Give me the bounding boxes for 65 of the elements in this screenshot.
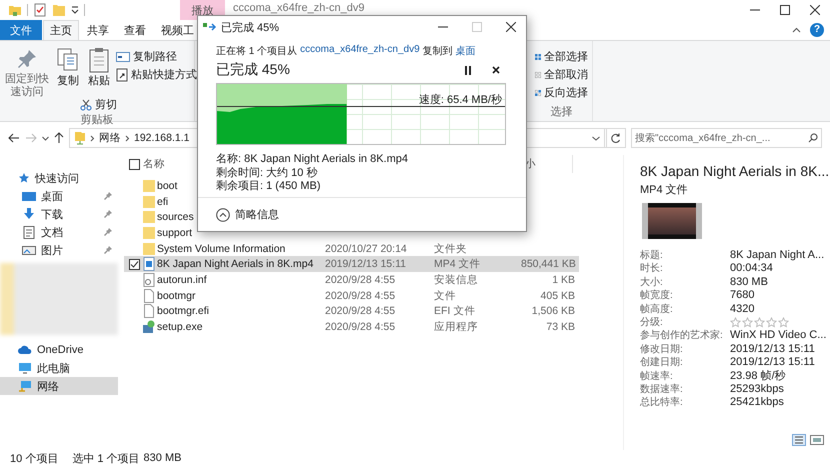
selection-count: 选中 1 个项目: [72, 452, 140, 466]
property-label: 分级:: [640, 317, 663, 328]
file-size: 405 KB: [540, 290, 575, 302]
window-title: cccoma_x64fre_zh-cn_dv9: [232, 1, 364, 14]
file-name: System Volume Information: [157, 242, 286, 255]
property-value: 4320: [730, 302, 756, 316]
property-label: 总比特率:: [640, 397, 683, 408]
file-type: 应用程序: [434, 321, 478, 334]
property-label: 时长:: [640, 263, 663, 274]
property-value: 25293kbps: [730, 383, 785, 396]
dialog-title: 已完成 45%: [221, 20, 280, 34]
detail-line: 名称: 8K Japan Night Aerials in 8K.mp4: [216, 153, 408, 165]
modified-date: 2020/9/28 4:55: [325, 290, 396, 302]
file-type: 文件: [434, 290, 456, 302]
speed-label: 速度: 65.4 MB/秒: [418, 92, 502, 107]
file-name: 8K Japan Night Aerials in 8K.mp4: [157, 258, 314, 270]
detail-line: 剩余时间: 大约 10 秒: [216, 166, 318, 178]
file-size: 850,441 KB: [521, 258, 576, 270]
selection-size: 830 MB: [144, 452, 182, 464]
property-value: 8K Japan Night A...: [730, 249, 826, 262]
file-name: support: [157, 226, 192, 239]
file-size: 1,506 KB: [532, 305, 575, 318]
property-value: 2019/12/13 15:11: [730, 356, 816, 370]
property-value: 7680: [730, 289, 756, 303]
file-type: 文件夹: [434, 242, 467, 255]
modified-date: 2020/9/28 4:55: [325, 321, 396, 334]
property-label: 标题:: [640, 250, 663, 261]
property-label: 数据速率:: [640, 384, 683, 396]
file-name: efi: [157, 196, 168, 208]
file-type: EFI 文件: [434, 305, 476, 318]
detail-line: 剩余项目: 1 (450 MB): [216, 180, 321, 192]
file-name: bootmgr.efi: [157, 305, 209, 318]
property-value: 2019/12/13 15:11: [730, 342, 816, 356]
modified-date: 2020/10/27 20:14: [325, 242, 407, 255]
file-name: bootmgr: [157, 290, 196, 302]
property-label: 大小:: [640, 276, 663, 288]
file-type: 安装信息: [434, 274, 478, 286]
file-name: boot: [157, 180, 178, 192]
modified-date: 2020/9/28 4:55: [325, 274, 396, 286]
modified-date: 2020/9/28 4:55: [325, 305, 396, 318]
file-size: 1 KB: [552, 274, 575, 286]
property-label: 创建日期:: [640, 357, 683, 368]
property-label: 帧速率:: [640, 370, 673, 382]
message-text: 复制到: [422, 44, 453, 58]
property-value: 23.98 帧/秒: [730, 370, 787, 384]
property-label: 帧高度:: [640, 304, 673, 315]
property-label: 修改日期:: [640, 344, 683, 355]
property-value: 00:04:34: [730, 262, 774, 276]
group-label: 剪贴板: [80, 112, 114, 127]
file-type: MP4 文件: [434, 258, 481, 270]
file-name: setup.exe: [157, 321, 203, 334]
property-label: 帧宽度:: [640, 290, 673, 302]
group-label: 选择: [550, 105, 574, 119]
property-label: 参与创作的艺术家:: [640, 330, 723, 342]
property-value: 830 MB: [730, 276, 769, 290]
progress-heading: 已完成 45%: [216, 61, 290, 79]
modified-date: 2019/12/13 15:11: [325, 258, 406, 270]
message-text: 正在将 1 个项目从: [216, 44, 298, 58]
preview-file-type: MP4 文件: [640, 182, 689, 197]
file-size: 73 KB: [546, 321, 575, 334]
property-value: 25421kbps: [730, 396, 785, 410]
item-count: 10 个项目: [10, 452, 58, 466]
file-name: sources: [157, 211, 194, 224]
file-name: autorun.inf: [157, 274, 207, 286]
property-value: WinX HD Video C...: [730, 329, 826, 343]
